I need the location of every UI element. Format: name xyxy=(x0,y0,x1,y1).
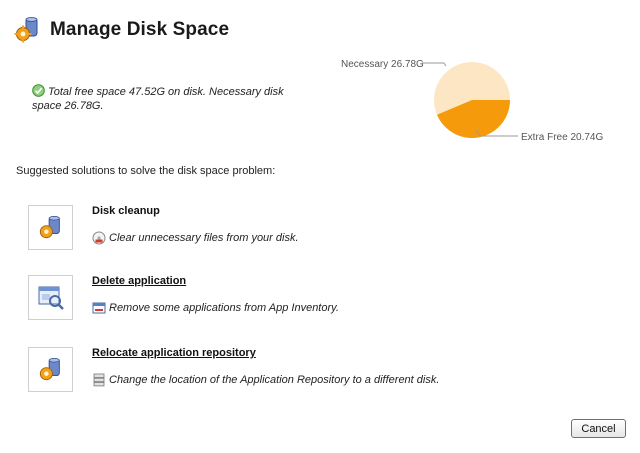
relocate-repository-icon-box[interactable] xyxy=(28,347,73,392)
pie-chart-svg: Necessary 26.78G Extra Free 20.74G xyxy=(341,59,603,143)
repository-icon xyxy=(93,373,105,387)
window-remove-icon xyxy=(92,302,106,314)
disk-cleanup-title: Disk cleanup xyxy=(92,205,160,217)
disk-cleanup-icon-box[interactable] xyxy=(28,205,73,250)
delete-application-text: Remove some applications from App Invent… xyxy=(109,302,339,314)
clean-disk-icon xyxy=(92,231,106,245)
disk-cleanup-description: Clear unnecessary files from your disk. xyxy=(92,231,299,245)
suggestions-heading: Suggested solutions to solve the disk sp… xyxy=(16,165,276,177)
app-window-icon xyxy=(38,286,64,310)
solution-relocate-repository: Relocate application repository Change t… xyxy=(28,347,588,397)
solution-disk-cleanup: Disk cleanup Clear unnecessary files fro… xyxy=(28,205,588,255)
relocate-repository-link[interactable]: Relocate application repository xyxy=(92,347,256,359)
pie-label-extra-free: Extra Free 20.74G xyxy=(521,132,603,143)
delete-application-icon-box[interactable] xyxy=(28,275,73,320)
solution-delete-application: Delete application Remove some applicati… xyxy=(28,275,588,325)
pie-label-necessary: Necessary 26.78G xyxy=(341,59,424,70)
cancel-button[interactable]: Cancel xyxy=(571,419,626,438)
delete-application-description: Remove some applications from App Invent… xyxy=(92,301,339,315)
disk-gear-icon xyxy=(39,357,60,380)
header: Manage Disk Space xyxy=(14,14,229,46)
disk-gear-icon xyxy=(14,17,38,43)
relocate-repository-text: Change the location of the Application R… xyxy=(109,374,440,386)
disk-summary: Total free space 47.52G on disk. Necessa… xyxy=(32,84,302,113)
page-title: Manage Disk Space xyxy=(50,19,230,40)
necessary-leader-line-tick xyxy=(443,62,447,67)
check-icon xyxy=(32,84,45,97)
relocate-repository-description: Change the location of the Application R… xyxy=(92,373,439,387)
delete-application-link[interactable]: Delete application xyxy=(92,275,186,287)
disk-cleanup-text: Clear unnecessary files from your disk. xyxy=(109,232,299,244)
summary-text: Total free space 47.52G on disk. Necessa… xyxy=(32,86,284,112)
disk-usage-chart: Necessary 26.78G Extra Free 20.74G xyxy=(320,50,640,160)
disk-gear-icon xyxy=(39,215,60,238)
